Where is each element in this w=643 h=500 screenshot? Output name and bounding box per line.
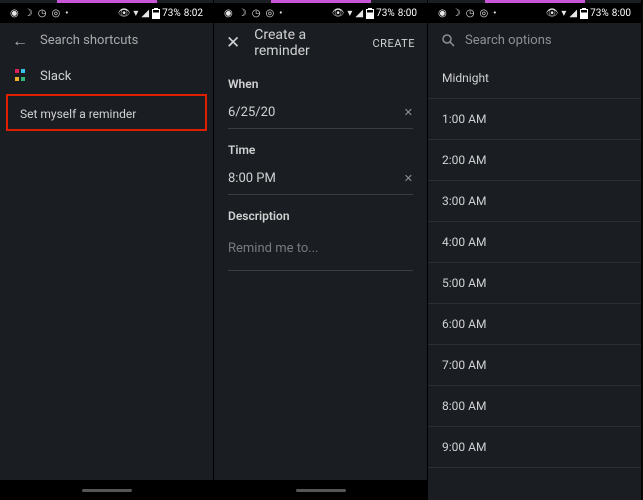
status-bar: ◉ ☽ ◷ ◎ • 👁 ▾ ◢ 73% 8:00 <box>214 3 427 23</box>
nav-bar <box>0 480 213 500</box>
nav-pill[interactable] <box>82 489 132 492</box>
time-option[interactable]: 8:00 AM <box>428 386 641 427</box>
clock-icon: ◷ <box>466 8 475 19</box>
time-option[interactable]: 4:00 AM <box>428 222 641 263</box>
circle-icon: ◎ <box>265 8 274 19</box>
search-icon <box>442 34 455 47</box>
circle-icon: ◎ <box>51 8 60 19</box>
time-option[interactable]: 5:00 AM <box>428 263 641 304</box>
moon-icon: ☽ <box>452 8 461 19</box>
moon-icon: ☽ <box>238 8 247 19</box>
back-icon[interactable]: ← <box>12 31 28 51</box>
time-option[interactable]: 3:00 AM <box>428 181 641 222</box>
time-option[interactable]: Midnight <box>428 58 641 99</box>
clear-icon[interactable]: ✕ <box>404 106 413 119</box>
time-value: 8:00 PM <box>228 171 276 186</box>
moon-icon: ☽ <box>24 8 33 19</box>
eye-icon: 👁 <box>118 8 131 19</box>
time-option[interactable]: 7:00 AM <box>428 345 641 386</box>
nav-pill[interactable] <box>296 489 346 492</box>
battery-icon <box>580 8 588 19</box>
battery-indicator: 73% <box>366 8 395 19</box>
time-option[interactable]: 1:00 AM <box>428 99 641 140</box>
screen-create-reminder: ◉ ☽ ◷ ◎ • 👁 ▾ ◢ 73% 8:00 ✕ Create a remi… <box>214 0 428 500</box>
app-header-slack: Slack <box>0 58 213 94</box>
dot-icon: • <box>279 8 282 19</box>
search-input[interactable]: Search shortcuts <box>40 33 138 48</box>
battery-indicator: 73% <box>152 8 181 19</box>
time-label: Time <box>228 143 413 157</box>
status-time: 8:00 <box>612 8 631 19</box>
time-option[interactable]: 6:00 AM <box>428 304 641 345</box>
slack-icon <box>14 68 30 84</box>
close-icon[interactable]: ✕ <box>226 33 240 53</box>
search-bar[interactable]: ← Search shortcuts <box>0 23 213 58</box>
eye-icon: 👁 <box>332 8 345 19</box>
status-time: 8:02 <box>184 8 203 19</box>
slack-label: Slack <box>40 69 71 84</box>
when-label: When <box>228 77 413 91</box>
time-field[interactable]: 8:00 PM ✕ <box>228 171 413 195</box>
eye-icon: 👁 <box>546 8 559 19</box>
wifi-icon: ▾ <box>133 8 138 19</box>
description-input[interactable]: Remind me to... <box>228 237 413 271</box>
signal-icon: ◢ <box>355 8 363 19</box>
screen-time-picker: ◉ ☽ ◷ ◎ • 👁 ▾ ◢ 73% 8:00 Search options … <box>428 0 642 500</box>
signal-icon: ◢ <box>141 8 149 19</box>
time-option[interactable]: 9:00 AM <box>428 427 641 468</box>
whatsapp-icon: ◉ <box>224 8 233 19</box>
circle-icon: ◎ <box>479 8 488 19</box>
dot-icon: • <box>493 8 496 19</box>
shortcut-set-reminder[interactable]: Set myself a reminder <box>6 94 207 131</box>
status-time: 8:00 <box>398 8 417 19</box>
clock-icon: ◷ <box>38 8 47 19</box>
battery-indicator: 73% <box>580 8 609 19</box>
screen-header: ✕ Create a reminder CREATE <box>214 23 427 63</box>
reminder-form: When 6/25/20 ✕ Time 8:00 PM ✕ Descriptio… <box>214 63 427 271</box>
time-list[interactable]: Midnight 1:00 AM 2:00 AM 3:00 AM 4:00 AM… <box>428 58 641 500</box>
whatsapp-icon: ◉ <box>10 8 19 19</box>
when-value: 6/25/20 <box>228 105 275 120</box>
battery-pct: 73% <box>376 8 395 19</box>
description-label: Description <box>228 209 413 223</box>
battery-pct: 73% <box>590 8 609 19</box>
signal-icon: ◢ <box>569 8 577 19</box>
shortcut-label: Set myself a reminder <box>20 107 136 121</box>
search-bar[interactable]: Search options <box>428 23 641 58</box>
wifi-icon: ▾ <box>347 8 352 19</box>
whatsapp-icon: ◉ <box>438 8 447 19</box>
status-bar: ◉ ☽ ◷ ◎ • 👁 ▾ ◢ 73% 8:00 <box>428 3 641 23</box>
battery-pct: 73% <box>162 8 181 19</box>
dot-icon: • <box>65 8 68 19</box>
time-option[interactable]: 2:00 AM <box>428 140 641 181</box>
nav-bar <box>214 480 427 500</box>
create-button[interactable]: CREATE <box>373 37 416 50</box>
when-field[interactable]: 6/25/20 ✕ <box>228 105 413 129</box>
search-input[interactable]: Search options <box>465 33 552 48</box>
screen-shortcuts: ◉ ☽ ◷ ◎ • 👁 ▾ ◢ 73% 8:02 ← Search shortc… <box>0 0 214 500</box>
page-title: Create a reminder <box>254 27 358 59</box>
wifi-icon: ▾ <box>561 8 566 19</box>
clock-icon: ◷ <box>252 8 261 19</box>
clear-icon[interactable]: ✕ <box>404 172 413 185</box>
status-bar: ◉ ☽ ◷ ◎ • 👁 ▾ ◢ 73% 8:02 <box>0 3 213 23</box>
battery-icon <box>152 8 160 19</box>
battery-icon <box>366 8 374 19</box>
